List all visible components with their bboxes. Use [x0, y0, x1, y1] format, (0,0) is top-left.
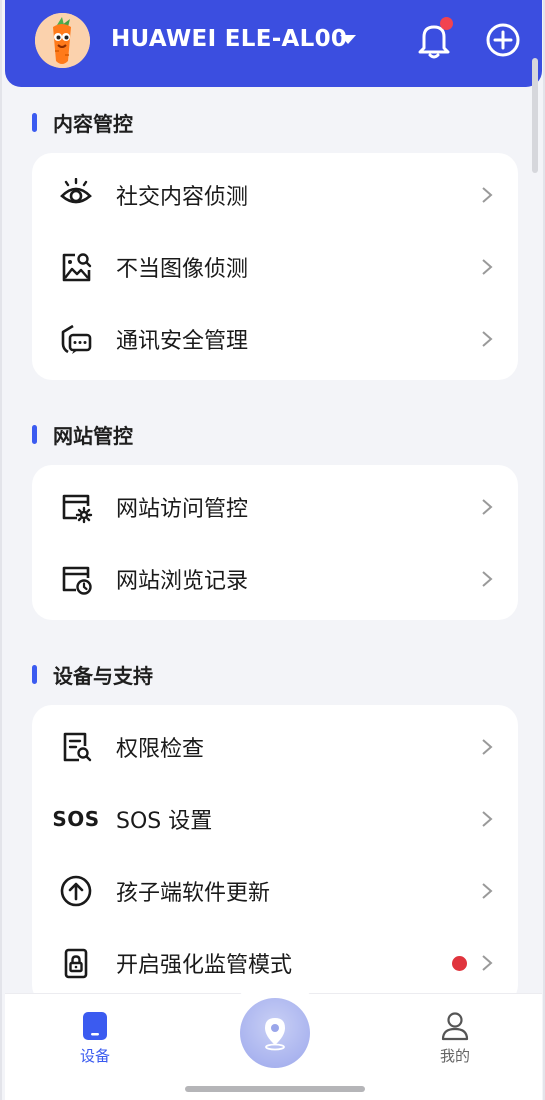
location-pin-icon [265, 1018, 285, 1051]
scrollbar[interactable] [532, 58, 538, 173]
add-circle-icon[interactable] [486, 23, 520, 57]
chevron-right-icon [482, 883, 493, 899]
list-item-social-content[interactable]: 社交内容侦测 [32, 159, 518, 231]
phone-icon [83, 1012, 107, 1040]
chat-shield-icon [58, 321, 94, 357]
chevron-right-icon [482, 259, 493, 275]
home-indicator[interactable] [185, 1086, 365, 1092]
section-title-website-control: 网站管控 [32, 420, 133, 449]
top-header: HUAWEI ELE-AL00 [5, 0, 542, 87]
list-item-child-app-update[interactable]: 孩子端软件更新 [32, 855, 518, 927]
person-icon [441, 1012, 469, 1041]
notification-badge [440, 17, 453, 30]
avatar[interactable] [35, 13, 90, 68]
sos-icon: SOS [52, 807, 100, 831]
chevron-right-icon [482, 739, 493, 755]
section-title-device-support: 设备与支持 [32, 660, 153, 689]
carrot-mascot-icon [35, 13, 90, 68]
website-control-card: 网站访问管控 网站浏览记录 [32, 465, 518, 620]
browser-settings-icon [58, 489, 94, 525]
browser-history-icon [58, 561, 94, 597]
upload-circle-icon [58, 873, 94, 909]
list-item-permission-check[interactable]: 权限检查 [32, 711, 518, 783]
location-button[interactable] [240, 998, 310, 1068]
chevron-right-icon [482, 331, 493, 347]
chevron-down-icon[interactable] [340, 35, 356, 44]
content-control-card: 社交内容侦测 不当图像侦测 通讯安全管理 [32, 153, 518, 380]
list-item-sos-settings[interactable]: SOS SOS 设置 [32, 783, 518, 855]
chevron-right-icon [482, 499, 493, 515]
chevron-right-icon [482, 187, 493, 203]
device-support-card: 权限检查 SOS SOS 设置 孩子端软件更新 开启强化监管模式 [32, 705, 518, 1005]
list-item-communication-security[interactable]: 通讯安全管理 [32, 303, 518, 375]
chevron-right-icon [482, 571, 493, 587]
chevron-right-icon [482, 955, 493, 971]
eye-icon [58, 177, 94, 213]
section-title-content-control: 内容管控 [32, 108, 133, 137]
document-search-icon [58, 729, 94, 765]
tab-mine[interactable]: 我的 [420, 1011, 490, 1066]
list-item-image-detection[interactable]: 不当图像侦测 [32, 231, 518, 303]
list-item-browsing-history[interactable]: 网站浏览记录 [32, 543, 518, 615]
image-search-icon [58, 249, 94, 285]
chevron-right-icon [482, 811, 493, 827]
new-badge [452, 955, 467, 971]
lock-icon [58, 945, 94, 981]
tab-device[interactable]: 设备 [60, 1011, 130, 1066]
device-name[interactable]: HUAWEI ELE-AL00 [111, 26, 347, 52]
list-item-website-access[interactable]: 网站访问管控 [32, 471, 518, 543]
app-screen: HUAWEI ELE-AL00 内容管控 社交内容侦测 不当图像侦测 通讯安全管… [0, 0, 545, 1100]
